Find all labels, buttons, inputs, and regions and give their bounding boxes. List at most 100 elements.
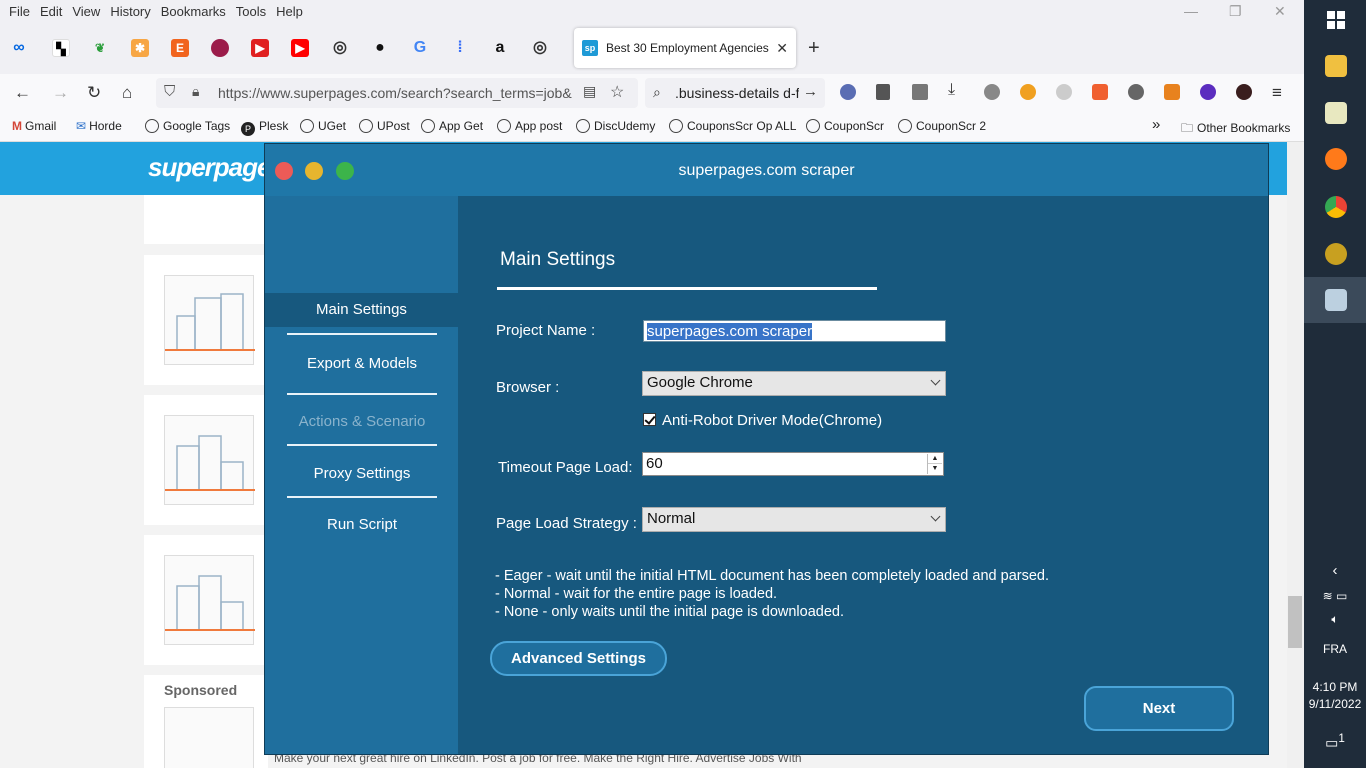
- shield-icon[interactable]: ⛉: [164, 83, 175, 100]
- app-icon[interactable]: [1325, 243, 1347, 265]
- home-icon[interactable]: ⌂: [122, 83, 132, 103]
- bookmarks-overflow-icon[interactable]: »: [1152, 116, 1160, 133]
- advanced-settings-button[interactable]: Advanced Settings: [490, 641, 667, 676]
- menu-file[interactable]: File: [4, 4, 35, 19]
- project-name-input[interactable]: superpages.com scraper: [643, 320, 946, 342]
- metamask-icon[interactable]: [1164, 84, 1180, 100]
- chrome-icon[interactable]: [1325, 196, 1347, 218]
- other-bookmarks[interactable]: 🗀 Other Bookmarks: [1181, 119, 1290, 140]
- extension-icon[interactable]: [1056, 84, 1072, 100]
- bookmark-item[interactable]: App Get: [421, 119, 483, 133]
- pinned-tab-icon[interactable]: ▚: [52, 39, 70, 57]
- menu-tools[interactable]: Tools: [231, 4, 271, 19]
- extension-icon[interactable]: [1200, 84, 1216, 100]
- checkbox-checked-icon[interactable]: [643, 413, 656, 426]
- page-load-strategy-select[interactable]: Normal: [642, 507, 946, 532]
- bookmark-item[interactable]: UPost: [359, 119, 410, 133]
- browser-select[interactable]: Google Chrome: [642, 371, 946, 396]
- file-explorer-icon[interactable]: [1325, 55, 1347, 77]
- sidebar-item-actions-scenario[interactable]: Actions & Scenario: [287, 413, 437, 430]
- amazon-icon[interactable]: a: [491, 39, 509, 57]
- bookmark-item[interactable]: ✉ Horde: [76, 119, 122, 133]
- clock-date[interactable]: 9/11/2022: [1304, 697, 1366, 711]
- sidebar-item-run-script[interactable]: Run Script: [287, 516, 437, 533]
- menu-history[interactable]: History: [105, 4, 155, 19]
- listing-card[interactable]: [144, 255, 268, 385]
- notepad-icon[interactable]: [1325, 102, 1347, 124]
- page-scroll-thumb[interactable]: [1288, 596, 1302, 648]
- wifi-icon[interactable]: ≋ ▭: [1304, 589, 1366, 603]
- bookmark-item[interactable]: CouponScr 2: [898, 119, 986, 133]
- restore-icon[interactable]: ❐: [1229, 3, 1242, 20]
- bookmark-item[interactable]: App post: [497, 119, 562, 133]
- back-icon[interactable]: ←: [14, 83, 31, 103]
- bookmark-item[interactable]: P Plesk: [241, 119, 288, 136]
- etsy-icon[interactable]: E: [171, 39, 189, 57]
- menu-edit[interactable]: Edit: [35, 4, 67, 19]
- bookmark-item[interactable]: CouponScr: [806, 119, 884, 133]
- language-indicator[interactable]: FRA: [1304, 642, 1366, 656]
- search-go-icon[interactable]: →: [803, 83, 818, 100]
- leaf-icon[interactable]: ❦: [91, 39, 109, 57]
- volume-icon[interactable]: 🔈︎: [1304, 612, 1366, 627]
- search-bar[interactable]: ⌕ .business-details d-f →: [645, 78, 825, 108]
- extension-icon[interactable]: [840, 84, 856, 100]
- settings-gear-icon[interactable]: [1128, 84, 1144, 100]
- google-icon[interactable]: G: [411, 39, 429, 57]
- notification-icon[interactable]: ▭1: [1304, 732, 1366, 752]
- sidebar-item-export-models[interactable]: Export & Models: [287, 355, 437, 372]
- chevron-left-icon[interactable]: ‹: [1304, 562, 1366, 579]
- extension-icon[interactable]: [1020, 84, 1036, 100]
- page-scrollbar[interactable]: [1287, 142, 1304, 768]
- windows-start-icon[interactable]: [1327, 11, 1345, 29]
- profile-avatar-icon[interactable]: [1236, 84, 1252, 100]
- bookmark-item[interactable]: DiscUdemy: [576, 119, 655, 133]
- pinned-blue-icon[interactable]: ⁞: [451, 39, 469, 57]
- address-bar[interactable]: ⛉ 🔒︎ https://www.superpages.com/search?s…: [156, 78, 638, 108]
- close-window-icon[interactable]: ✕: [1274, 3, 1286, 20]
- timeout-stepper[interactable]: 60 ▲ ▼: [642, 452, 944, 476]
- pinned-orange-icon[interactable]: ✱: [131, 39, 149, 57]
- pinned-maroon-icon[interactable]: [211, 39, 229, 57]
- menu-view[interactable]: View: [67, 4, 105, 19]
- download-icon[interactable]: ⤓: [948, 81, 964, 98]
- listing-card[interactable]: [144, 535, 268, 665]
- globe-icon[interactable]: ◎: [331, 39, 349, 57]
- lock-icon[interactable]: 🔒︎: [192, 83, 199, 100]
- new-tab-icon[interactable]: +: [808, 38, 820, 58]
- firefox-icon[interactable]: [1325, 148, 1347, 170]
- youtube-icon[interactable]: ▶: [291, 39, 309, 57]
- reader-view-icon[interactable]: ▤: [583, 83, 596, 100]
- anti-robot-checkbox[interactable]: Anti-Robot Driver Mode(Chrome): [643, 412, 882, 429]
- stepper-down-icon[interactable]: ▼: [928, 464, 942, 474]
- bookmark-item[interactable]: Google Tags: [145, 119, 230, 133]
- reload-icon[interactable]: ↻: [87, 83, 101, 103]
- bookmark-item[interactable]: CouponsScr Op ALL: [669, 119, 796, 133]
- next-button[interactable]: Next: [1084, 686, 1234, 731]
- active-tab[interactable]: sp Best 30 Employment Agencies i ✕: [574, 28, 796, 68]
- extension-icon[interactable]: [1092, 84, 1108, 100]
- github-icon[interactable]: ●: [371, 39, 389, 57]
- eyedropper-icon[interactable]: [876, 84, 890, 100]
- stepper-up-icon[interactable]: ▲: [928, 454, 942, 464]
- extension-icon[interactable]: [984, 84, 1000, 100]
- bookmark-item[interactable]: M Gmail: [12, 119, 56, 133]
- bookmark-star-icon[interactable]: ☆: [610, 82, 624, 102]
- meta-icon[interactable]: ∞: [10, 39, 28, 57]
- scraper-app-icon[interactable]: [1325, 289, 1347, 311]
- clock-time[interactable]: 4:10 PM: [1304, 680, 1366, 694]
- minimize-icon[interactable]: —: [1184, 3, 1198, 19]
- hamburger-menu-icon[interactable]: ≡: [1272, 83, 1282, 103]
- sidebar-item-main-settings[interactable]: Main Settings: [265, 293, 458, 327]
- listing-card[interactable]: [144, 395, 268, 525]
- close-tab-icon[interactable]: ✕: [776, 40, 788, 57]
- stepper-buttons[interactable]: ▲ ▼: [927, 454, 942, 474]
- menu-help[interactable]: Help: [271, 4, 308, 19]
- menu-bookmarks[interactable]: Bookmarks: [156, 4, 231, 19]
- globe-icon[interactable]: ◎: [531, 39, 549, 57]
- bookmark-item[interactable]: UGet: [300, 119, 346, 133]
- sidebar-item-proxy-settings[interactable]: Proxy Settings: [287, 465, 437, 482]
- forward-icon[interactable]: →: [52, 83, 69, 103]
- screenshot-icon[interactable]: [912, 84, 928, 100]
- pinned-red-icon[interactable]: ▶: [251, 39, 269, 57]
